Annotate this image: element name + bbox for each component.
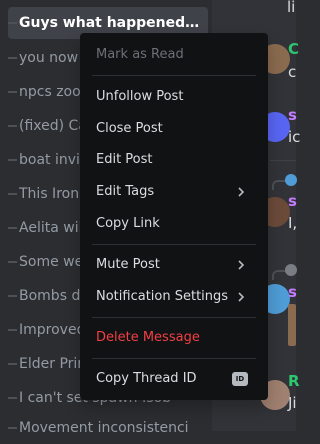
username-fragment[interactable]: s [288,283,297,301]
thread-spine [8,329,17,331]
thread-spine [8,261,17,263]
thread-item[interactable]: Movement inconsistenci [8,412,208,444]
chat-text-fragment: ic [288,128,301,146]
menu-item-mute-post[interactable]: Mute Post [88,249,260,281]
id-badge-icon: ID [232,372,248,386]
menu-item-label: Mute Post [96,257,160,272]
chevron-right-icon [238,292,245,302]
thread-spine [8,427,17,429]
thread-context-menu: Mark as Read Unfollow Post Close Post Ed… [80,33,268,400]
reply-avatar [285,264,297,276]
thread-spine [8,22,17,24]
chat-text-fragment: c [288,63,297,81]
thread-spine [8,227,17,229]
thread-spine [8,125,17,127]
thread-spine [8,397,17,399]
divider [270,160,296,161]
chat-text-fragment: Ji [288,394,297,412]
menu-item-label: Copy Thread ID [96,371,197,386]
thread-spine [8,159,17,161]
menu-item-label: Close Post [96,121,163,136]
thread-title: Movement inconsistenci [19,420,189,436]
menu-item-copy-link[interactable]: Copy Link [88,208,260,240]
menu-item-close-post[interactable]: Close Post [88,113,260,145]
username-fragment[interactable]: C [288,40,299,58]
menu-separator [92,358,256,359]
menu-item-edit-tags[interactable]: Edit Tags [88,176,260,208]
menu-item-unfollow-post[interactable]: Unfollow Post [88,81,260,113]
menu-item-delete-message[interactable]: Delete Message [88,322,260,354]
menu-separator [92,244,256,245]
thread-spine [8,91,17,93]
thread-title: Guys what happened to t... [19,15,200,31]
chevron-right-icon [238,187,245,197]
thread-spine [8,363,17,365]
reply-avatar [285,174,297,186]
menu-item-label: Edit Post [96,152,153,167]
image-attachment[interactable] [288,304,296,346]
thread-spine [8,193,17,195]
chevron-right-icon [238,260,245,270]
username-fragment[interactable]: R [288,372,300,390]
thread-spine [8,57,17,59]
menu-separator [92,75,256,76]
username-fragment[interactable]: s [288,106,297,124]
menu-item-edit-post[interactable]: Edit Post [88,144,260,176]
username-fragment[interactable]: s [288,192,297,210]
menu-item-label: Delete Message [96,330,200,345]
menu-item-label: Mark as Read [96,47,184,62]
menu-item-label: Notification Settings [96,289,229,304]
chat-text-fragment: I, [288,214,298,232]
menu-item-label: Copy Link [96,216,160,231]
thread-spine [8,295,17,297]
menu-item-mark-as-read: Mark as Read [88,39,260,71]
menu-item-label: Unfollow Post [96,89,184,104]
menu-item-label: Edit Tags [96,184,155,199]
menu-item-copy-thread-id[interactable]: Copy Thread ID ID [88,363,260,395]
menu-separator [92,317,256,318]
menu-item-notification-settings[interactable]: Notification Settings [88,281,260,313]
chat-text-fragment: li [287,0,296,16]
